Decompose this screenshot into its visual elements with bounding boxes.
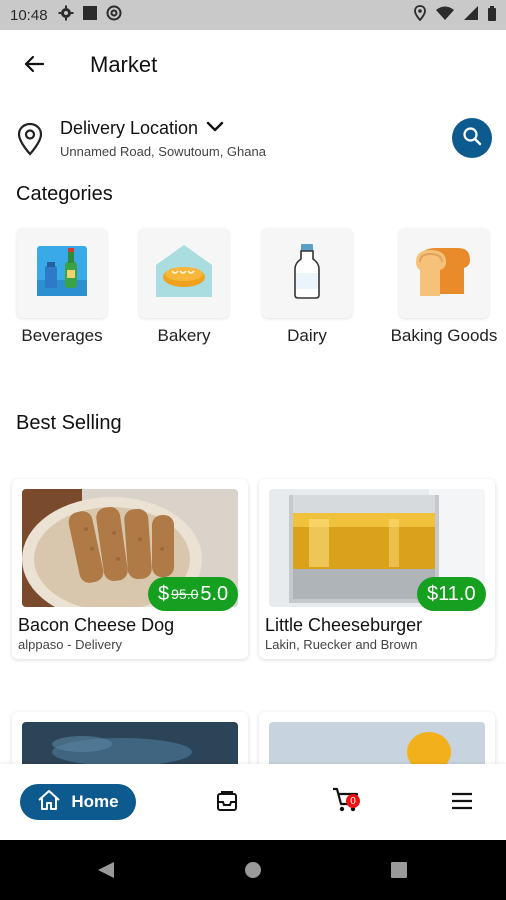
home-circle-icon[interactable] xyxy=(244,861,262,884)
app-bar: Market xyxy=(0,30,506,100)
delivery-location[interactable]: Delivery Location Unnamed Road, Sowutoum… xyxy=(0,112,506,168)
current-price: $11.0 xyxy=(427,582,476,605)
categories-title: Categories xyxy=(16,183,113,205)
delivery-address: Unnamed Road, Sowutoum, Ghana xyxy=(60,144,266,159)
nav-cart[interactable]: 0 xyxy=(332,786,360,819)
bakery-icon xyxy=(154,243,214,304)
recents-square-icon[interactable] xyxy=(390,861,408,884)
category-tile xyxy=(399,228,489,318)
chevron-down-icon[interactable] xyxy=(206,120,224,138)
back-button[interactable] xyxy=(20,52,48,80)
category-dairy[interactable]: Dairy xyxy=(257,228,357,346)
bread-loaf-icon xyxy=(414,244,474,303)
category-baking-goods[interactable]: Baking Goods xyxy=(386,228,502,346)
signal-icon xyxy=(464,6,478,24)
search-icon xyxy=(462,126,482,151)
at-icon xyxy=(106,5,122,25)
old-price: 95.0 xyxy=(171,586,199,602)
square-icon xyxy=(82,5,98,25)
gear-icon xyxy=(58,5,74,25)
status-bar: 10:48 xyxy=(0,0,506,30)
beverages-icon xyxy=(35,244,89,303)
category-tile xyxy=(139,228,229,318)
product-name: Little Cheeseburger xyxy=(265,615,423,635)
wifi-icon xyxy=(436,6,454,24)
category-bakery[interactable]: Bakery xyxy=(134,228,234,346)
cart-count-badge: 0 xyxy=(346,794,360,808)
nav-menu[interactable] xyxy=(450,792,474,815)
page-title: Market xyxy=(90,52,158,77)
best-selling-title: Best Selling xyxy=(16,412,122,434)
store-inbox-icon xyxy=(216,791,238,816)
nav-store[interactable] xyxy=(216,790,238,817)
nav-home[interactable]: Home xyxy=(20,784,136,820)
hamburger-menu-icon xyxy=(450,792,474,814)
battery-icon xyxy=(488,5,496,25)
product-vendor: Lakin, Ruecker and Brown xyxy=(265,637,418,652)
back-triangle-icon[interactable] xyxy=(96,860,116,885)
price-tag: $11.0 xyxy=(417,577,486,611)
arrow-left-icon xyxy=(22,52,46,81)
product-card[interactable] xyxy=(12,712,248,772)
product-vendor: alppaso - Delivery xyxy=(18,637,123,652)
status-time: 10:48 xyxy=(10,6,48,24)
search-button[interactable] xyxy=(452,118,492,158)
system-navigation-bar xyxy=(0,840,506,900)
category-label: Beverages xyxy=(21,326,103,345)
delivery-location-label: Delivery Location xyxy=(60,118,199,138)
currency-symbol: $ xyxy=(158,582,170,605)
category-tile xyxy=(17,228,107,318)
nav-home-label: Home xyxy=(71,792,119,811)
category-label: Dairy xyxy=(287,326,327,345)
product-card[interactable] xyxy=(259,712,495,772)
bottom-navigation: Home 0 xyxy=(0,764,506,840)
category-beverages[interactable]: Beverages xyxy=(12,228,112,346)
price-tag: $ 95.0 5.0 xyxy=(148,577,239,611)
map-pin-icon xyxy=(16,122,44,161)
current-price: 5.0 xyxy=(200,582,229,605)
category-label: Bakery xyxy=(157,326,211,345)
home-icon xyxy=(37,789,61,816)
category-tile xyxy=(262,228,352,318)
product-name: Bacon Cheese Dog xyxy=(18,615,175,635)
product-card[interactable]: $ 95.0 5.0 Bacon Cheese Dog alppaso - De… xyxy=(12,479,248,659)
location-icon xyxy=(414,5,426,25)
category-label: Baking Goods xyxy=(390,326,498,345)
product-card[interactable]: $11.0 Little Cheeseburger Lakin, Ruecker… xyxy=(259,479,495,659)
milk-bottle-icon xyxy=(292,243,322,304)
